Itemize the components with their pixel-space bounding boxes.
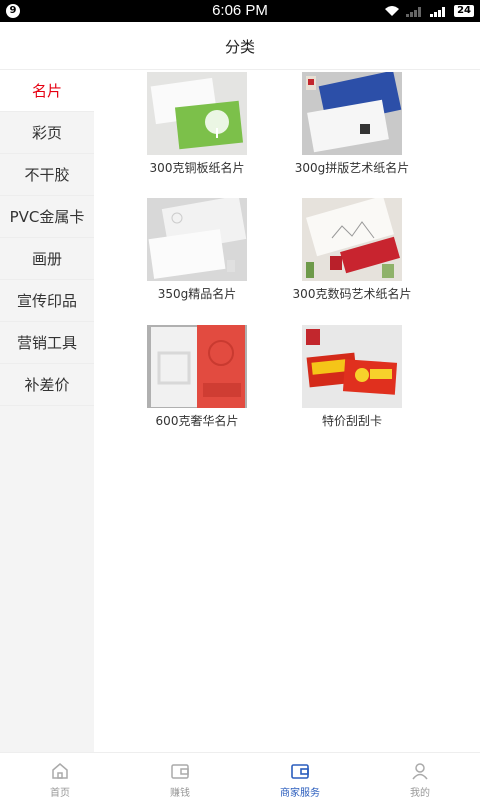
sidebar-item-promo-print[interactable]: 宣传印品 <box>0 280 94 322</box>
product-image <box>147 325 247 408</box>
status-icons: 24 <box>384 3 474 19</box>
page-title: 分类 <box>224 38 255 56</box>
sidebar-item-price-difference[interactable]: 补差价 <box>0 364 94 406</box>
product-label: 特价刮刮卡 <box>321 414 382 428</box>
product-grid: 300克铜板纸名片 300g拼版艺术纸名片 350g精品名片 300克数码艺术纸… <box>94 70 480 752</box>
wifi-icon <box>385 6 400 16</box>
sidebar-item-name-card[interactable]: 名片 <box>0 70 94 112</box>
sidebar-item-album[interactable]: 画册 <box>0 238 94 280</box>
product-item[interactable]: 300克数码艺术纸名片 <box>272 198 432 302</box>
tab-merchant-services[interactable]: 商家服务 <box>240 753 360 801</box>
category-sidebar: 名片 彩页 不干胶 PVC金属卡 画册 宣传印品 营销工具 补差价 <box>0 70 94 752</box>
product-label: 300g拼版艺术纸名片 <box>294 161 410 175</box>
product-image <box>302 72 402 155</box>
wallet-icon <box>171 764 189 779</box>
battery-icon: 24 <box>454 5 474 17</box>
tab-home[interactable]: 首页 <box>0 753 120 801</box>
product-item[interactable]: 300g拼版艺术纸名片 <box>272 72 432 176</box>
product-image <box>147 72 247 155</box>
product-label: 300克数码艺术纸名片 <box>292 287 412 301</box>
bottom-tab-bar: 首页 赚钱 商家服务 我的 <box>0 752 480 800</box>
product-item[interactable]: 300克铜板纸名片 <box>117 72 277 176</box>
sidebar-item-sticker[interactable]: 不干胶 <box>0 154 94 196</box>
page-header: 分类 <box>0 22 480 70</box>
tab-label: 我的 <box>410 788 430 799</box>
product-image <box>147 198 247 281</box>
merchant-wallet-icon <box>291 764 309 779</box>
product-image <box>302 325 402 408</box>
product-item[interactable]: 600克奢华名片 <box>117 325 277 429</box>
tab-label: 赚钱 <box>170 788 190 799</box>
tab-label: 商家服务 <box>280 788 320 799</box>
product-label: 600克奢华名片 <box>155 414 239 428</box>
product-image <box>302 198 402 281</box>
status-bar: 9 6:06 PM 24 <box>0 0 480 22</box>
home-icon <box>52 763 68 779</box>
sidebar-item-color-page[interactable]: 彩页 <box>0 112 94 154</box>
product-item[interactable]: 350g精品名片 <box>117 198 277 302</box>
product-label: 300克铜板纸名片 <box>149 161 245 175</box>
tab-label: 首页 <box>50 788 70 799</box>
tab-profile[interactable]: 我的 <box>360 753 480 801</box>
user-icon <box>412 763 428 780</box>
sidebar-item-marketing-tools[interactable]: 营销工具 <box>0 322 94 364</box>
product-item[interactable]: 特价刮刮卡 <box>272 325 432 429</box>
signal-icon <box>430 7 446 17</box>
signal-icon <box>406 7 422 17</box>
product-label: 350g精品名片 <box>157 287 237 301</box>
sidebar-item-pvc-card[interactable]: PVC金属卡 <box>0 196 94 238</box>
tab-earn[interactable]: 赚钱 <box>120 753 240 801</box>
